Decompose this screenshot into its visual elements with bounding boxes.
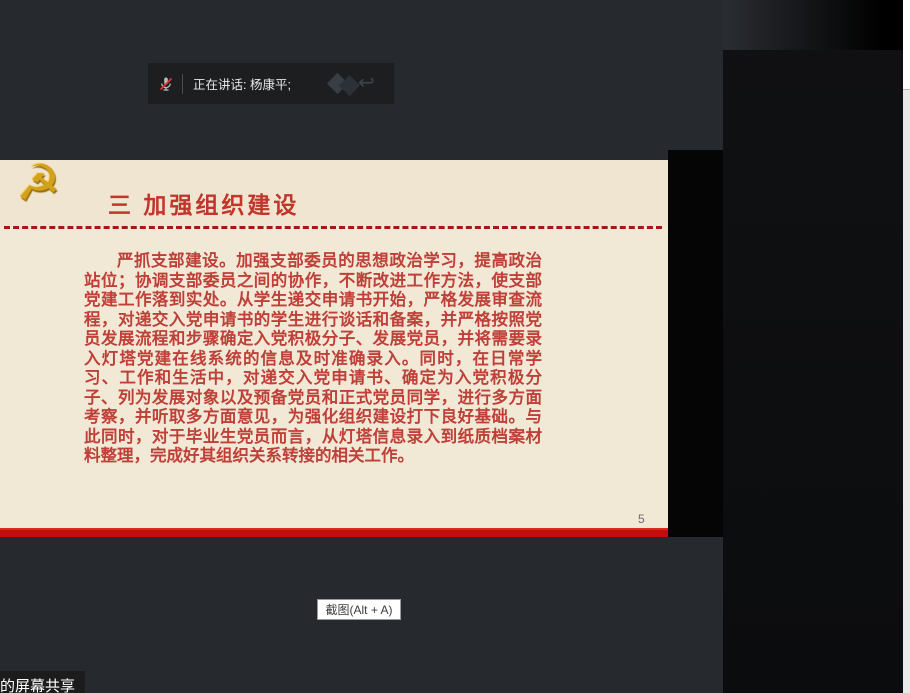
- mic-muted-icon: [158, 76, 174, 92]
- party-emblem-icon: ☭: [16, 160, 61, 212]
- meeting-watermark-logo: ↩: [324, 71, 388, 97]
- slide-header: [0, 160, 668, 226]
- slide-page-number: 5: [638, 512, 645, 526]
- slide-title: 三 加强组织建设: [108, 186, 299, 220]
- share-letterbox: [668, 150, 723, 537]
- screen-share-area: 正在讲话: 杨康平; ↩ ☭ 三 加强组织建设 严抓支部建设。加强支部委员的思想…: [0, 0, 723, 693]
- sidebar-scrollbar-thumb[interactable]: [903, 0, 910, 90]
- meeting-window: 正在讲话: 杨康平; ↩ ☭ 三 加强组织建设 严抓支部建设。加强支部委员的思想…: [0, 0, 910, 693]
- screenshot-button[interactable]: 截图(Alt + A): [317, 599, 401, 620]
- sidebar-scrollbar-track[interactable]: [903, 0, 910, 693]
- sidebar-top-fade: [723, 0, 910, 50]
- shared-slide: ☭ 三 加强组织建设 严抓支部建设。加强支部委员的思想政治学习，提高政治站位；协…: [0, 160, 668, 537]
- corner-share-label: 的屏幕共享: [0, 671, 85, 693]
- slide-footer-bar: [0, 528, 668, 537]
- slide-body-text: 严抓支部建设。加强支部委员的思想政治学习，提高政治站位；协调支部委员之间的协作，…: [84, 252, 542, 467]
- divider: [182, 74, 183, 94]
- speaking-label: 正在讲话: 杨康平;: [193, 74, 291, 93]
- slide-header-divider: [4, 226, 662, 229]
- speaking-status-bar: 正在讲话: 杨康平; ↩: [148, 63, 394, 104]
- participants-sidebar: 杨康平的屏幕共享 ᵛᵛᵛ 支部书记述职 外国语学院 2023.1.12: [723, 0, 910, 693]
